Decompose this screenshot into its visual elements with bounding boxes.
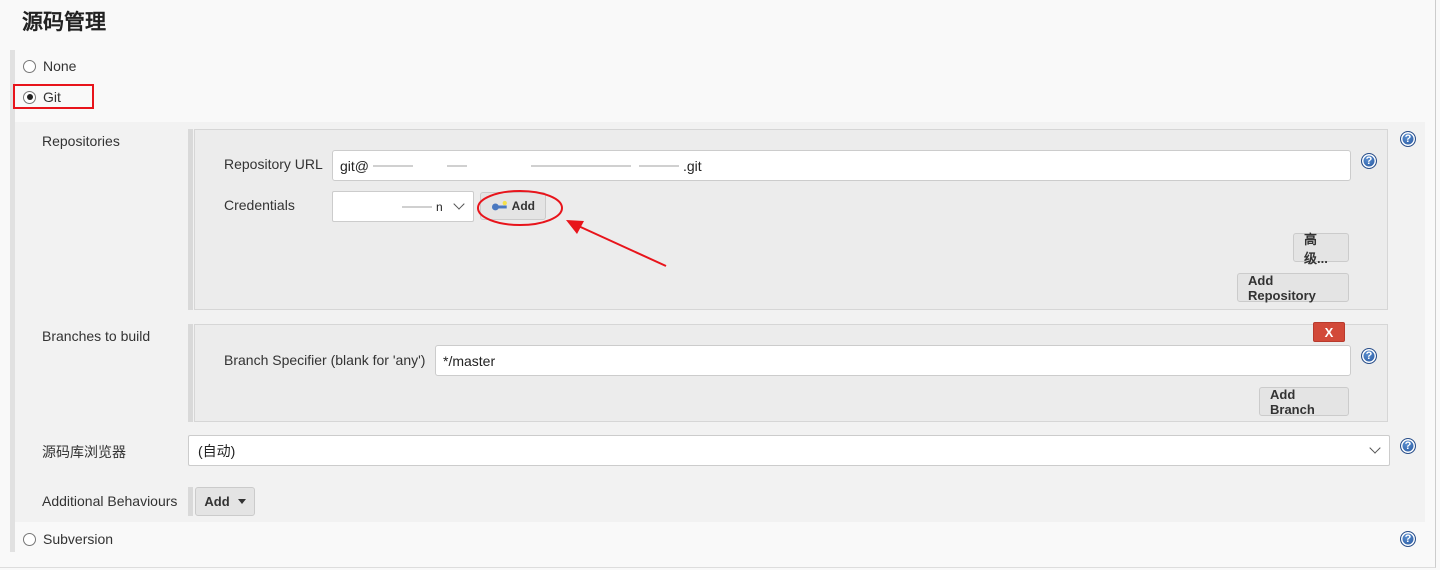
branch-specifier-value: */master xyxy=(443,352,496,369)
git-annotation-box xyxy=(13,84,94,109)
radio-none[interactable] xyxy=(23,59,36,73)
credentials-select[interactable]: n xyxy=(332,191,474,222)
section-title: 源码管理 xyxy=(22,11,106,34)
additional-behaviours-add-button[interactable]: Add xyxy=(195,487,255,516)
delete-branch-button[interactable]: X xyxy=(1313,322,1345,342)
redacted-text xyxy=(373,164,413,167)
key-icon xyxy=(491,200,507,211)
repo-browser-label: 源码库浏览器 xyxy=(42,444,126,460)
radio-none-label: None xyxy=(43,58,77,74)
additional-behaviours-bar xyxy=(188,487,193,516)
caret-down-icon xyxy=(237,499,246,504)
repo-browser-select[interactable]: (自动) xyxy=(188,435,1390,466)
scm-option-subversion[interactable]: Subversion xyxy=(23,529,113,549)
additional-behaviours-label: Additional Behaviours xyxy=(42,493,178,509)
redacted-text xyxy=(447,164,467,167)
branches-label: Branches to build xyxy=(42,328,151,344)
credentials-add-button[interactable]: Add xyxy=(480,192,546,220)
redacted-text xyxy=(639,164,679,167)
scm-option-none[interactable]: None xyxy=(23,56,76,76)
chevron-down-icon xyxy=(453,198,465,210)
add-repository-button[interactable]: Add Repository xyxy=(1237,273,1349,303)
repo-browser-value: (自动) xyxy=(198,442,236,459)
repository-url-input[interactable]: git@ .git xyxy=(332,150,1351,181)
branches-panel-bar xyxy=(188,324,193,422)
branch-specifier-help-icon[interactable]: ? xyxy=(1361,348,1377,364)
branch-specifier-label: Branch Specifier (blank for 'any') xyxy=(224,352,426,368)
subversion-help-icon[interactable]: ? xyxy=(1400,531,1416,547)
repository-url-label: Repository URL xyxy=(224,156,323,172)
repository-url-help-icon[interactable]: ? xyxy=(1361,153,1377,169)
radio-subversion[interactable] xyxy=(23,532,36,546)
repo-browser-help-icon[interactable]: ? xyxy=(1400,438,1416,454)
redacted-text xyxy=(402,205,432,208)
additional-behaviours-add-label: Add xyxy=(204,494,230,509)
repository-url-suffix: .git xyxy=(683,157,702,174)
repositories-help-icon[interactable]: ? xyxy=(1400,131,1416,147)
chevron-down-icon xyxy=(1369,442,1381,454)
repositories-panel-bar xyxy=(188,129,193,310)
credentials-add-label: Add xyxy=(511,199,535,213)
add-branch-button[interactable]: Add Branch xyxy=(1259,387,1349,417)
branch-specifier-input[interactable]: */master xyxy=(435,345,1351,376)
advanced-button[interactable]: 高级... xyxy=(1293,232,1349,266)
redacted-text xyxy=(531,164,631,167)
credentials-label: Credentials xyxy=(224,197,295,213)
repository-url-prefix: git@ xyxy=(340,157,369,174)
repositories-label: Repositories xyxy=(42,133,120,149)
credentials-value: n xyxy=(436,199,443,214)
radio-subversion-label: Subversion xyxy=(43,531,114,547)
